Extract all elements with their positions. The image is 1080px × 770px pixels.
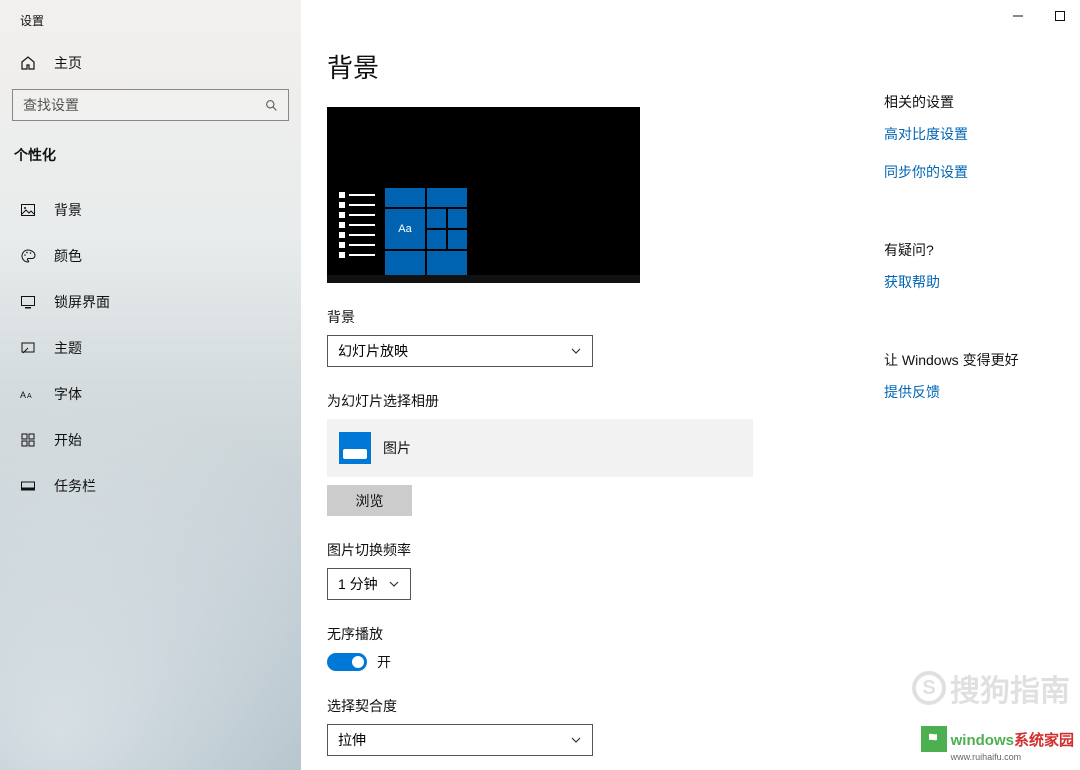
chevron-down-icon xyxy=(570,734,582,746)
interval-value: 1 分钟 xyxy=(338,574,378,594)
right-column: 相关的设置 高对比度设置 同步你的设置 有疑问? 获取帮助 让 Windows … xyxy=(884,92,1054,420)
lockscreen-icon xyxy=(20,294,36,310)
nav-label: 主题 xyxy=(54,338,82,358)
shuffle-state: 开 xyxy=(377,652,391,672)
main-content: 背景 Aa 背景 幻灯片放映 为幻灯片选择 xyxy=(301,0,1080,770)
shuffle-label: 无序播放 xyxy=(327,624,1054,644)
background-dropdown[interactable]: 幻灯片放映 xyxy=(327,335,593,367)
search-icon xyxy=(265,99,278,112)
browse-button[interactable]: 浏览 xyxy=(327,485,412,516)
preview-aa-tile: Aa xyxy=(385,209,425,249)
home-nav[interactable]: 主页 xyxy=(0,43,301,83)
nav-label: 背景 xyxy=(54,200,82,220)
get-help-link[interactable]: 获取帮助 xyxy=(884,272,1054,292)
home-icon xyxy=(20,55,36,71)
search-input[interactable] xyxy=(23,97,243,113)
svg-text:A: A xyxy=(20,390,26,400)
interval-label: 图片切换频率 xyxy=(327,540,1054,560)
album-value: 图片 xyxy=(383,438,411,458)
nav-item-themes[interactable]: 主题 xyxy=(0,325,301,371)
sidebar: 设置 主页 个性化 背景 颜色 xyxy=(0,0,301,770)
watermark-sogou: S搜狗指南 xyxy=(912,666,1070,710)
chevron-down-icon xyxy=(388,578,400,590)
nav-label: 字体 xyxy=(54,384,82,404)
maximize-button[interactable] xyxy=(1048,4,1072,28)
watermark-windows: windows系统家园 www.ruihaifu.com xyxy=(921,726,1074,762)
fonts-icon: AA xyxy=(20,386,36,402)
window-controls xyxy=(1006,4,1072,28)
related-title: 相关的设置 xyxy=(884,92,1054,112)
nav-label: 开始 xyxy=(54,430,82,450)
fit-value: 拉伸 xyxy=(338,730,366,750)
nav-item-taskbar[interactable]: 任务栏 xyxy=(0,463,301,509)
picture-icon xyxy=(20,202,36,218)
nav-item-fonts[interactable]: AA 字体 xyxy=(0,371,301,417)
interval-dropdown[interactable]: 1 分钟 xyxy=(327,568,411,600)
nav-item-start[interactable]: 开始 xyxy=(0,417,301,463)
start-icon xyxy=(20,432,36,448)
album-row[interactable]: 图片 xyxy=(327,419,753,477)
nav-item-colors[interactable]: 颜色 xyxy=(0,233,301,279)
page-title: 背景 xyxy=(327,0,1054,107)
section-title: 个性化 xyxy=(0,131,301,173)
chevron-down-icon xyxy=(570,345,582,357)
search-input-wrap[interactable] xyxy=(12,89,289,121)
nav-label: 颜色 xyxy=(54,246,82,266)
fit-dropdown[interactable]: 拉伸 xyxy=(327,724,593,756)
nav-label: 锁屏界面 xyxy=(54,292,110,312)
question-title: 有疑问? xyxy=(884,240,1054,260)
feedback-title: 让 Windows 变得更好 xyxy=(884,350,1054,370)
nav-item-background[interactable]: 背景 xyxy=(0,187,301,233)
nav-label: 任务栏 xyxy=(54,476,96,496)
themes-icon xyxy=(20,340,36,356)
sync-settings-link[interactable]: 同步你的设置 xyxy=(884,162,1054,182)
folder-icon xyxy=(339,432,371,464)
taskbar-icon xyxy=(20,478,36,494)
minimize-button[interactable] xyxy=(1006,4,1030,28)
nav-item-lockscreen[interactable]: 锁屏界面 xyxy=(0,279,301,325)
palette-icon xyxy=(20,248,36,264)
home-label: 主页 xyxy=(54,53,82,73)
svg-text:A: A xyxy=(27,393,32,400)
shuffle-toggle[interactable] xyxy=(327,653,367,671)
nav-list: 背景 颜色 锁屏界面 主题 AA 字体 开始 xyxy=(0,187,301,509)
high-contrast-link[interactable]: 高对比度设置 xyxy=(884,124,1054,144)
desktop-preview: Aa xyxy=(327,107,640,283)
background-value: 幻灯片放映 xyxy=(338,341,408,361)
window-title: 设置 xyxy=(0,10,301,43)
feedback-link[interactable]: 提供反馈 xyxy=(884,382,1054,402)
flag-icon xyxy=(921,726,947,752)
